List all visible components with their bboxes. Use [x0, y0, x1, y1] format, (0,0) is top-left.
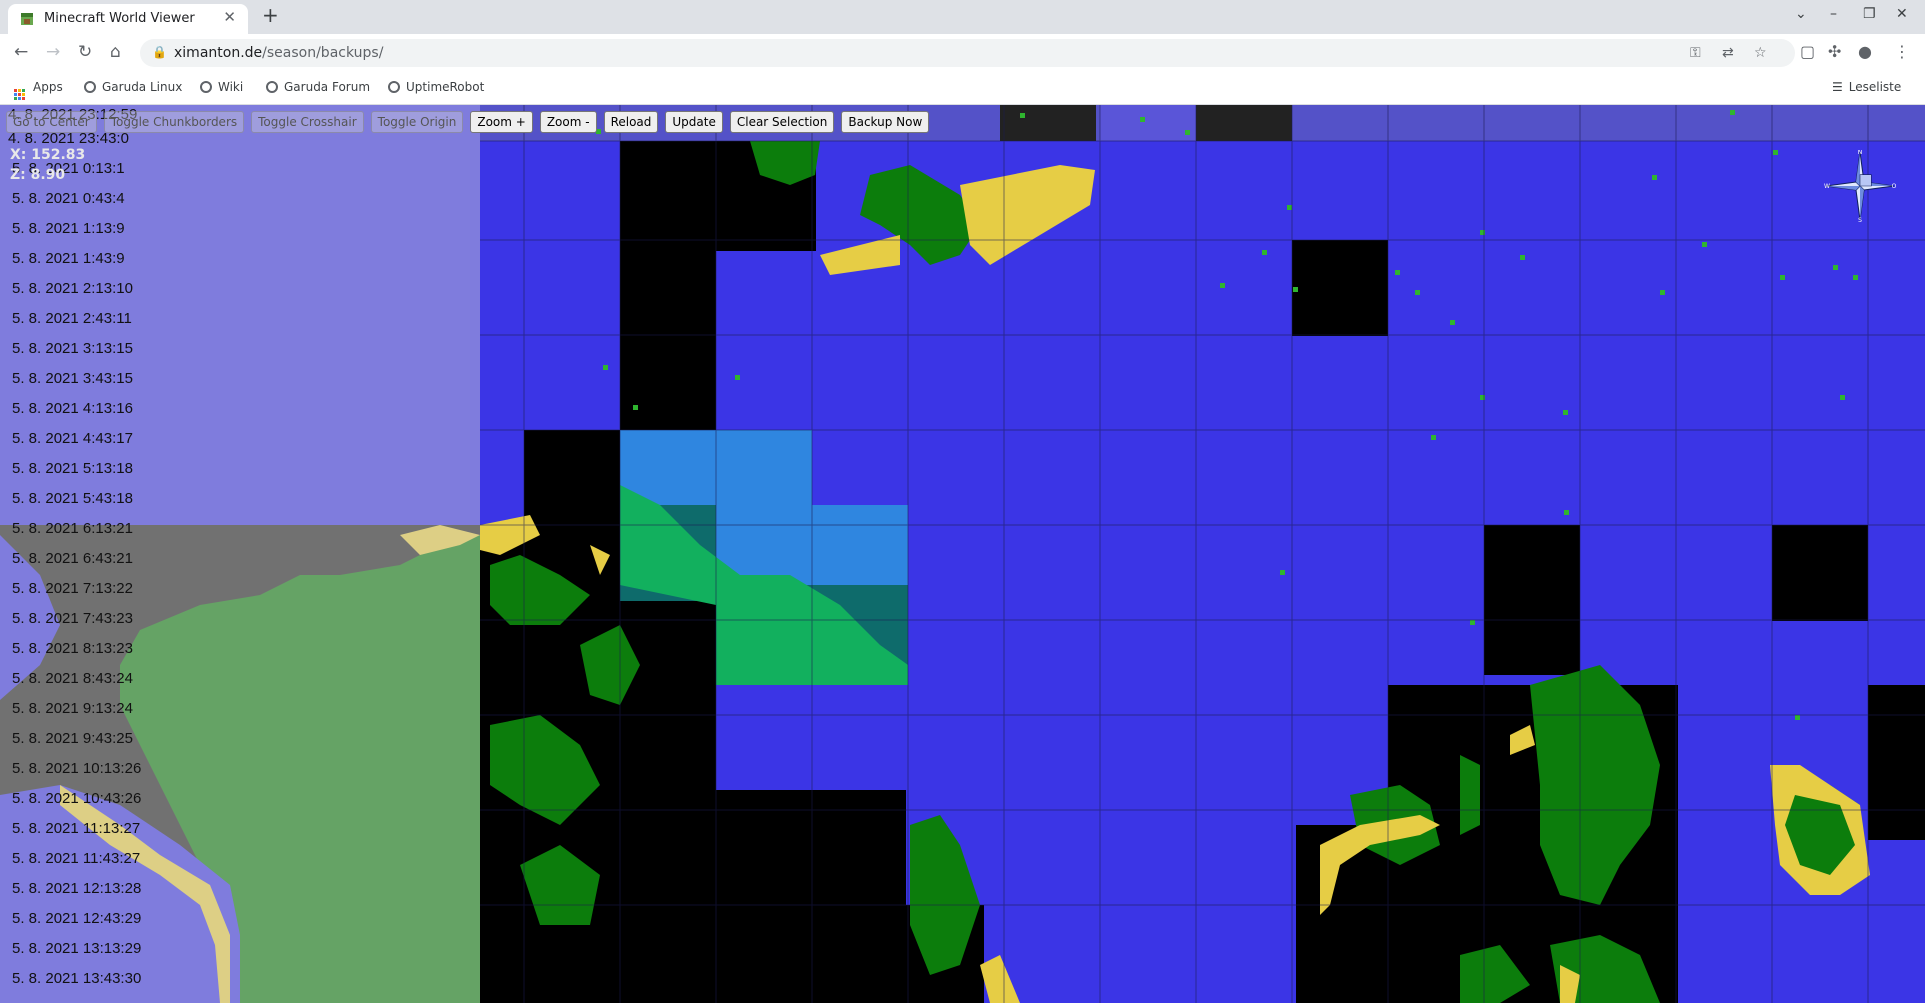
backup-item[interactable]: 5. 8. 2021 6:13:21 [0, 514, 480, 544]
backup-item[interactable]: 5. 8. 2021 0:43:4 [0, 184, 480, 214]
coord-z: Z: 8.90 [10, 167, 66, 183]
back-icon[interactable]: ← [14, 42, 28, 62]
profile-avatar-icon[interactable]: ● [1858, 42, 1872, 61]
backup-item[interactable]: 5. 8. 2021 13:13:29 [0, 934, 480, 964]
bookmark-garuda-forum[interactable]: Garuda Forum [266, 80, 370, 94]
backup-item[interactable]: 5. 8. 2021 11:13:27 [0, 814, 480, 844]
compass-n: N [1858, 150, 1863, 156]
backup-item[interactable]: 5. 8. 2021 6:43:21 [0, 544, 480, 574]
compass-w: W [1824, 183, 1830, 190]
key-icon[interactable]: ⚿ [1690, 45, 1701, 61]
backup-item[interactable]: 5. 8. 2021 2:13:10 [0, 274, 480, 304]
compass-rose-icon: N S W O [1824, 150, 1896, 222]
bookmark-wiki[interactable]: Wiki [200, 80, 243, 94]
new-tab-icon[interactable]: + [262, 3, 279, 27]
backup-item[interactable]: 5. 8. 2021 10:13:26 [0, 754, 480, 784]
backup-item[interactable]: 5. 8. 2021 9:13:24 [0, 694, 480, 724]
restore-icon[interactable]: ❐ [1863, 6, 1876, 22]
reading-list[interactable]: ☰ Leseliste [1832, 80, 1901, 94]
backup-item[interactable]: 5. 8. 2021 3:43:15 [0, 364, 480, 394]
tab-search-icon[interactable]: ⌄ [1795, 6, 1807, 22]
backup-item[interactable]: 5. 8. 2021 13:43:30 [0, 964, 480, 994]
address-bar[interactable]: 🔒 ximanton.de/season/backups/ ⚿ ⇄ ☆ [140, 39, 1795, 67]
reload-button[interactable]: Reload [603, 111, 659, 133]
tab-close-icon[interactable]: ✕ [223, 8, 236, 26]
backup-item[interactable]: 5. 8. 2021 4:13:16 [0, 394, 480, 424]
bookmark-apps[interactable]: Apps [14, 80, 63, 100]
toggle-origin-button[interactable]: Toggle Origin [370, 111, 464, 133]
window-close-icon[interactable]: ✕ [1896, 6, 1908, 22]
toggle-crosshair-button[interactable]: Toggle Crosshair [251, 111, 364, 133]
map-viewer[interactable]: 4. 8. 2021 23:12:59 4. 8. 2021 23:43:0 5… [0, 105, 1925, 1003]
coord-x: X: 152.83 [10, 147, 86, 163]
backup-item[interactable]: 5. 8. 2021 12:43:29 [0, 904, 480, 934]
globe-icon [266, 81, 278, 93]
bookmark-label: Apps [33, 80, 63, 94]
home-icon[interactable]: ⌂ [110, 42, 121, 62]
minecraft-favicon-icon [21, 13, 33, 25]
translate-icon[interactable]: ⇄ [1722, 45, 1734, 61]
backup-item[interactable]: 5. 8. 2021 8:43:24 [0, 664, 480, 694]
go-to-center-button[interactable]: Go to Center [6, 111, 97, 133]
backup-item[interactable]: 5. 8. 2021 12:13:28 [0, 874, 480, 904]
bookmark-label: Wiki [218, 80, 244, 94]
backup-item[interactable]: 5. 8. 2021 7:13:22 [0, 574, 480, 604]
compass-o: O [1892, 183, 1896, 190]
backup-item[interactable]: 5. 8. 2021 11:43:27 [0, 844, 480, 874]
backup-item[interactable]: 5. 8. 2021 5:43:18 [0, 484, 480, 514]
update-button[interactable]: Update [665, 111, 723, 133]
menu-dots-icon[interactable]: ⋮ [1894, 42, 1910, 61]
backup-item[interactable]: 5. 8. 2021 1:13:9 [0, 214, 480, 244]
url-host: ximanton.de [174, 45, 263, 61]
zoom-out-button[interactable]: Zoom - [539, 111, 597, 133]
coordinate-readout: X: 152.83 Z: 8.90 [10, 145, 85, 185]
url-text[interactable]: ximanton.de/season/backups/ [174, 45, 383, 61]
backup-list: 4. 8. 2021 23:12:59 4. 8. 2021 23:43:0 5… [0, 105, 480, 1003]
backup-item[interactable]: 5. 8. 2021 2:43:11 [0, 304, 480, 334]
backup-item[interactable]: 5. 8. 2021 4:43:17 [0, 424, 480, 454]
tab-title: Minecraft World Viewer [44, 11, 195, 26]
clear-selection-button[interactable]: Clear Selection [729, 111, 835, 133]
bookmark-star-icon[interactable]: ☆ [1754, 45, 1767, 61]
url-path: /season/backups/ [262, 45, 384, 61]
globe-icon [388, 81, 400, 93]
bookmark-label: UptimeRobot [406, 80, 485, 94]
browser-tab[interactable]: Minecraft World Viewer ✕ [8, 4, 248, 34]
puzzle-icon[interactable]: ✣ [1828, 42, 1841, 61]
backup-item[interactable]: 5. 8. 2021 9:43:25 [0, 724, 480, 754]
extension-icon[interactable]: ▢ [1800, 42, 1815, 61]
reload-page-icon[interactable]: ↻ [78, 42, 92, 62]
tab-strip: Minecraft World Viewer ✕ + ⌄ – ❐ ✕ [0, 0, 1925, 34]
zoom-in-button[interactable]: Zoom + [470, 111, 533, 133]
lock-icon[interactable]: 🔒 [152, 45, 167, 59]
backup-item[interactable]: 5. 8. 2021 10:43:26 [0, 784, 480, 814]
backup-item[interactable]: 5. 8. 2021 3:13:15 [0, 334, 480, 364]
map-controls: Go to Center Toggle Chunkborders Toggle … [6, 111, 930, 133]
compass-s: S [1858, 217, 1862, 222]
backup-item[interactable]: 5. 8. 2021 8:13:23 [0, 634, 480, 664]
bookmark-garuda-linux[interactable]: Garuda Linux [84, 80, 182, 94]
reading-list-icon: ☰ [1832, 80, 1843, 94]
backup-item[interactable]: 5. 8. 2021 7:43:23 [0, 604, 480, 634]
browser-toolbar: ← → ↻ ⌂ 🔒 ximanton.de/season/backups/ ⚿ … [0, 34, 1925, 72]
backup-item[interactable]: 5. 8. 2021 1:43:9 [0, 244, 480, 274]
minimize-icon[interactable]: – [1830, 6, 1837, 22]
backup-item[interactable]: 5. 8. 2021 5:13:18 [0, 454, 480, 484]
backup-now-button[interactable]: Backup Now [841, 111, 930, 133]
bookmark-label: Garuda Linux [102, 80, 183, 94]
reading-list-label: Leseliste [1848, 80, 1902, 94]
bookmark-label: Garuda Forum [284, 80, 371, 94]
bookmark-uptimerobot[interactable]: UptimeRobot [388, 80, 484, 94]
apps-grid-icon [14, 89, 25, 100]
toggle-chunkborders-button[interactable]: Toggle Chunkborders [103, 111, 245, 133]
globe-icon [200, 81, 212, 93]
bookmarks-bar: Apps Garuda Linux Wiki Garuda Forum Upti… [0, 72, 1925, 105]
forward-icon[interactable]: → [46, 42, 60, 62]
globe-icon [84, 81, 96, 93]
